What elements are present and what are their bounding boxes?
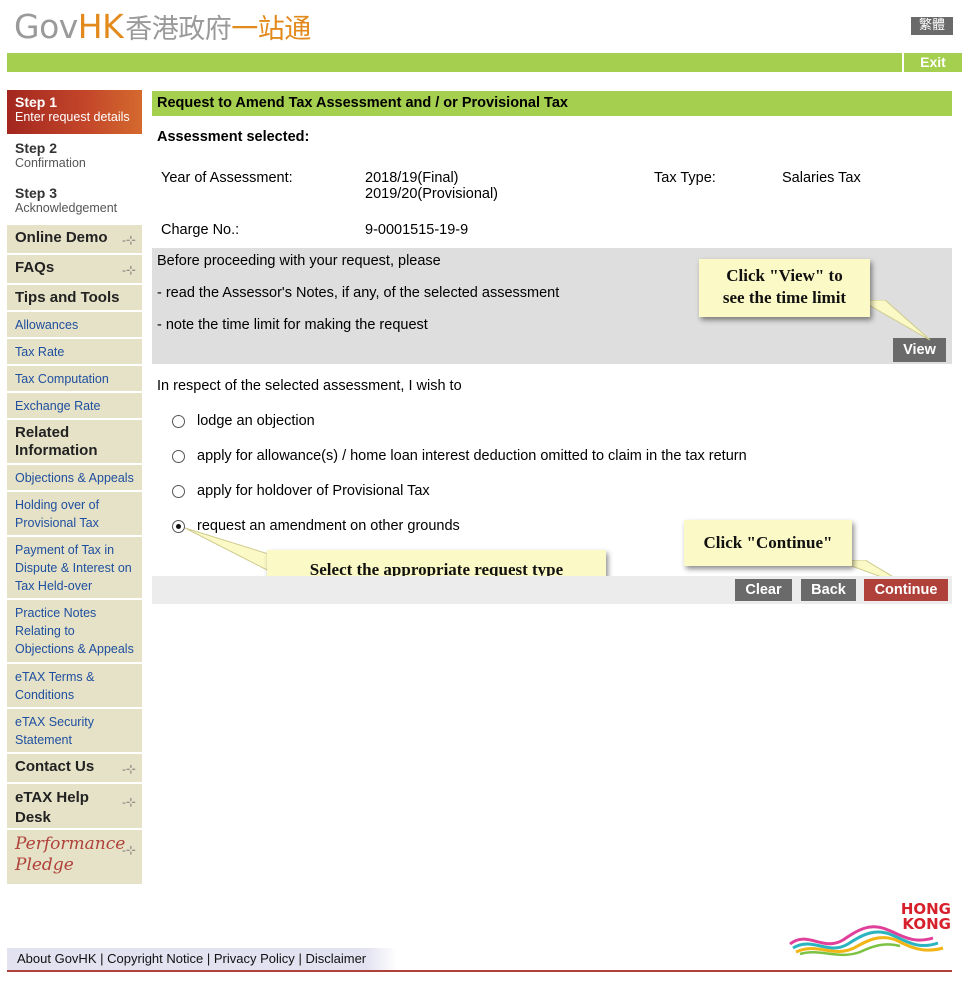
sidebar-link-tax-computation[interactable]: Tax Computation (7, 366, 142, 393)
option-label: lodge an objection (197, 413, 315, 429)
step-description: Confirmation (15, 156, 86, 170)
notice-line-1: Before proceeding with your request, ple… (157, 253, 441, 269)
charge-label: Charge No.: (161, 222, 240, 238)
sidebar-link-practice-notes[interactable]: Practice Notes Relating to Objections & … (7, 600, 142, 664)
year-value-1: 2018/19(Final) (365, 170, 459, 186)
sidebar-item-online-demo[interactable]: Online Demo -⊹ (7, 225, 142, 255)
callout-view-line-1: Click "View" to (726, 266, 843, 285)
logo-chinese-1: 香港政府 (125, 13, 232, 45)
pledge-line-1: Performance (15, 834, 126, 854)
step-number: Step 1 (15, 94, 58, 110)
option-label: apply for holdover of Provisional Tax (197, 483, 430, 499)
back-button[interactable]: Back (801, 579, 856, 601)
request-intro: In respect of the selected assessment, I… (157, 378, 462, 394)
tax-type-value: Salaries Tax (782, 170, 861, 186)
hong-kong-brand-logo: HONG KONG (788, 900, 953, 960)
exit-button[interactable]: Exit (902, 53, 962, 72)
brand-line-2: KONG (902, 915, 951, 933)
footer-link-disclaimer[interactable]: Disclaimer (305, 951, 366, 966)
expand-icon: -⊹ (121, 263, 136, 277)
year-value-2: 2019/20(Provisional) (365, 186, 498, 202)
sidebar-link-payment-dispute[interactable]: Payment of Tax in Dispute & Interest on … (7, 537, 142, 600)
footer-link-privacy[interactable]: Privacy Policy (214, 951, 295, 966)
expand-icon: -⊹ (121, 233, 136, 247)
charge-value: 9-0001515-19-9 (365, 222, 469, 238)
option-lodge-objection[interactable]: lodge an objection (172, 413, 315, 429)
hong-kong-wordmark: HONG KONG (901, 902, 951, 932)
sidebar-heading-label: Tips and Tools (15, 289, 120, 306)
expand-icon: -⊹ (121, 762, 136, 776)
step-2: Step 2 Confirmation (7, 134, 142, 179)
callout-view-line-2: see the time limit (722, 288, 847, 307)
clear-button[interactable]: Clear (735, 579, 792, 601)
sidebar-item-label: FAQs (15, 259, 55, 276)
footer-separator: | (298, 951, 302, 966)
step-description: Enter request details (15, 110, 130, 124)
option-apply-allowance[interactable]: apply for allowance(s) / home loan inter… (172, 448, 747, 464)
step-description: Acknowledgement (15, 201, 118, 215)
top-bar (7, 53, 962, 72)
step-number: Step 3 (15, 185, 58, 201)
option-label: apply for allowance(s) / home loan inter… (197, 448, 747, 464)
sidebar-item-help-desk[interactable]: eTAX Help Desk -⊹ (7, 784, 142, 830)
language-toggle-button[interactable]: 繁體 (911, 17, 953, 35)
expand-icon: -⊹ (121, 795, 136, 809)
logo-chinese-2: 一站通 (231, 13, 311, 45)
sidebar-item-label: Online Demo (15, 229, 108, 246)
sidebar-link-etax-terms[interactable]: eTAX Terms & Conditions (7, 664, 142, 709)
footer-link-copyright[interactable]: Copyright Notice (107, 951, 203, 966)
pledge-line-2: Pledge (15, 855, 74, 875)
sidebar-heading-related-info: Related Information (7, 420, 142, 465)
sidebar-link-tax-rate[interactable]: Tax Rate (7, 339, 142, 366)
sidebar-link-holding-over[interactable]: Holding over of Provisional Tax (7, 492, 142, 537)
callout-view: Click "View" to see the time limit (699, 259, 870, 317)
sidebar: Step 1 Enter request details Step 2 Conf… (7, 90, 142, 884)
footer-link-about[interactable]: About GovHK (17, 951, 97, 966)
sidebar-link-allowances[interactable]: Allowances (7, 312, 142, 339)
performance-pledge-link[interactable]: Performance Pledge -⊹ (7, 830, 142, 884)
tax-type-label: Tax Type: (654, 170, 716, 186)
footer-divider (7, 970, 952, 972)
sidebar-item-label: eTAX Help Desk (15, 789, 89, 826)
footer-separator: | (206, 951, 211, 966)
sidebar-link-exchange-rate[interactable]: Exchange Rate (7, 393, 142, 420)
step-1: Step 1 Enter request details (7, 90, 142, 134)
step-number: Step 2 (15, 140, 58, 156)
radio-button[interactable] (172, 449, 185, 463)
expand-icon: -⊹ (121, 843, 136, 857)
sidebar-item-label: Contact Us (15, 758, 95, 775)
option-holdover[interactable]: apply for holdover of Provisional Tax (172, 483, 430, 499)
year-label: Year of Assessment: (161, 170, 293, 186)
page-title: Request to Amend Tax Assessment and / or… (152, 91, 952, 116)
logo-gov: Gov (14, 6, 78, 46)
sidebar-heading-label: Related Information (15, 424, 98, 459)
sidebar-link-objections-appeals[interactable]: Objections & Appeals (7, 465, 142, 492)
footer-links: About GovHK | Copyright Notice | Privacy… (7, 948, 397, 971)
radio-button[interactable] (172, 484, 185, 498)
sidebar-item-faqs[interactable]: FAQs -⊹ (7, 255, 142, 285)
continue-button[interactable]: Continue (864, 579, 948, 601)
footer-separator: | (100, 951, 104, 966)
sidebar-link-etax-security[interactable]: eTAX Security Statement (7, 709, 142, 754)
step-3: Step 3 Acknowledgement (7, 179, 142, 225)
callout-continue: Click "Continue" (684, 520, 852, 566)
notice-line-3: - note the time limit for making the req… (157, 317, 428, 333)
assessment-selected-label: Assessment selected: (157, 129, 310, 145)
sidebar-item-contact-us[interactable]: Contact Us -⊹ (7, 754, 142, 784)
govhk-logo[interactable]: Gov HK 香港政府 一站通 (14, 6, 311, 46)
notice-line-2: - read the Assessor's Notes, if any, of … (157, 285, 560, 301)
logo-hk: HK (77, 6, 124, 46)
sidebar-heading-tips-tools: Tips and Tools (7, 285, 142, 312)
radio-button[interactable] (172, 414, 185, 428)
